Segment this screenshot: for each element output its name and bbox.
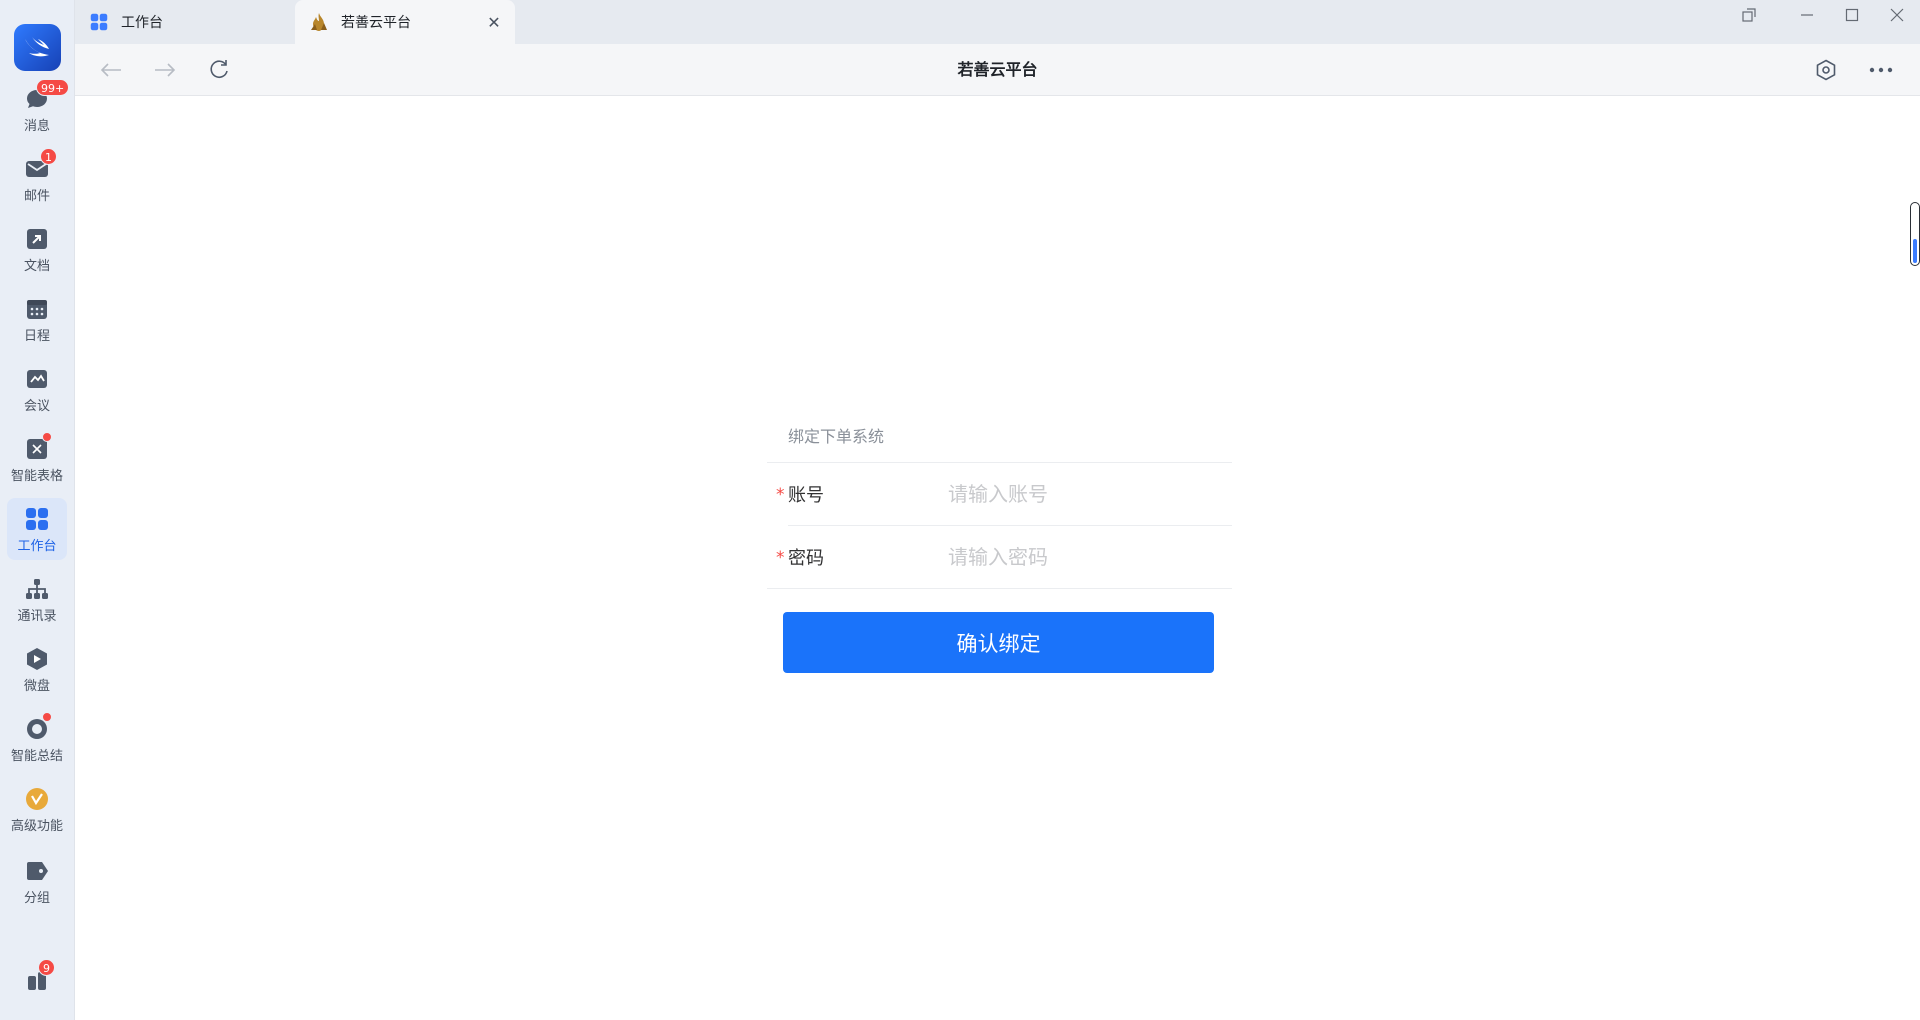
bind-form: 绑定下单系统 * 账号 * 密码 确认绑定 [767,417,1232,673]
window-close-icon[interactable] [1875,0,1919,30]
chat-bubble-icon: 99+ [24,79,70,112]
messages-badge: 99+ [36,79,70,96]
sidebar-item-label: 邮件 [23,189,50,204]
tag-icon [24,858,50,884]
sidebar-item-label: 工作台 [17,539,57,554]
forward-arrow-icon[interactable] [149,54,181,86]
apps-icon: 9 [24,959,55,994]
password-input[interactable] [948,537,1218,577]
sidebar-item-label: 通讯录 [17,609,57,624]
app-flame-icon [309,12,329,32]
smart-summary-dot [42,712,52,722]
web-content: 绑定下单系统 * 账号 * 密码 确认绑定 [75,97,1920,1020]
apps-badge: 9 [38,959,55,976]
sidebar-item-workbench[interactable]: 工作台 [7,498,67,560]
sidebar-item-drive[interactable]: 微盘 [7,638,67,700]
password-row: * 密码 [767,526,1232,589]
confirm-bind-button[interactable]: 确认绑定 [783,612,1214,673]
workbench-grid-icon [24,506,50,532]
account-label: 账号 [788,485,824,506]
tab-bar: 工作台 若善云平台 ✕ [75,0,1920,44]
page-title: 若善云平台 [957,60,1038,79]
sidebar-item-mail[interactable]: 1 邮件 [7,148,67,210]
smart-summary-icon [24,712,52,742]
required-mark: * [776,485,785,505]
mail-icon: 1 [24,148,57,182]
premium-icon [24,786,50,812]
document-icon [24,226,50,252]
sidebar-item-label: 智能表格 [10,469,63,484]
meeting-icon [24,366,50,392]
sidebar-item-label: 高级功能 [10,819,63,834]
sidebar-item-label: 会议 [23,399,50,414]
sidebar-item-label: 分组 [23,891,50,906]
tab-ruoshan-cloud[interactable]: 若善云平台 ✕ [295,0,515,44]
required-mark: * [776,548,785,568]
sidebar-item-docs[interactable]: 文档 [7,218,67,280]
sidebar-item-meeting[interactable]: 会议 [7,358,67,420]
org-chart-icon [24,576,50,602]
smart-sheet-dot [42,432,52,442]
tab-label: 若善云平台 [341,15,411,31]
sidebar-item-groups[interactable]: 分组 [7,850,67,912]
smart-sheet-icon [24,432,52,462]
sidebar-item-label: 文档 [23,259,50,274]
calendar-icon [24,296,50,322]
tab-label: 工作台 [121,15,163,31]
account-row: * 账号 [776,463,1232,526]
sidebar-item-label: 智能总结 [10,749,63,764]
sidebar-item-smart-sheet[interactable]: 智能表格 [7,428,67,490]
sidebar-item-apps[interactable]: 9 [7,959,67,1010]
browser-toolbar: 若善云平台 [75,44,1920,96]
tab-workbench[interactable]: 工作台 [75,0,295,44]
drive-icon [24,646,50,672]
vertical-scrollbar[interactable] [1910,202,1920,266]
sidebar-item-contacts[interactable]: 通讯录 [7,568,67,630]
more-options-icon[interactable] [1865,54,1897,86]
sidebar-item-smart-summary[interactable]: 智能总结 [7,708,67,770]
workbench-grid-icon [89,12,109,32]
minimize-icon[interactable] [1785,0,1829,30]
refresh-icon[interactable] [203,54,235,86]
mail-badge: 1 [40,148,57,165]
sidebar-item-messages[interactable]: 99+ 消息 [7,78,70,140]
form-title: 绑定下单系统 [767,417,1232,463]
sidebar-item-label: 微盘 [23,679,50,694]
maximize-icon[interactable] [1830,0,1874,30]
sidebar: 99+ 消息 1 邮件 文档 日程 会议 智能表格 工作台 通讯录 微盘 智能总… [0,0,75,1020]
sidebar-item-label: 消息 [23,119,50,134]
sidebar-item-label: 日程 [23,329,50,344]
app-logo[interactable] [14,24,61,71]
settings-hexagon-icon[interactable] [1810,54,1842,86]
account-input[interactable] [948,474,1218,514]
close-icon[interactable]: ✕ [485,13,503,32]
password-label: 密码 [788,548,824,569]
sidebar-item-premium[interactable]: 高级功能 [7,778,67,840]
sidebar-item-calendar[interactable]: 日程 [7,288,67,350]
back-arrow-icon[interactable] [95,54,127,86]
pop-out-icon[interactable] [1727,0,1771,30]
